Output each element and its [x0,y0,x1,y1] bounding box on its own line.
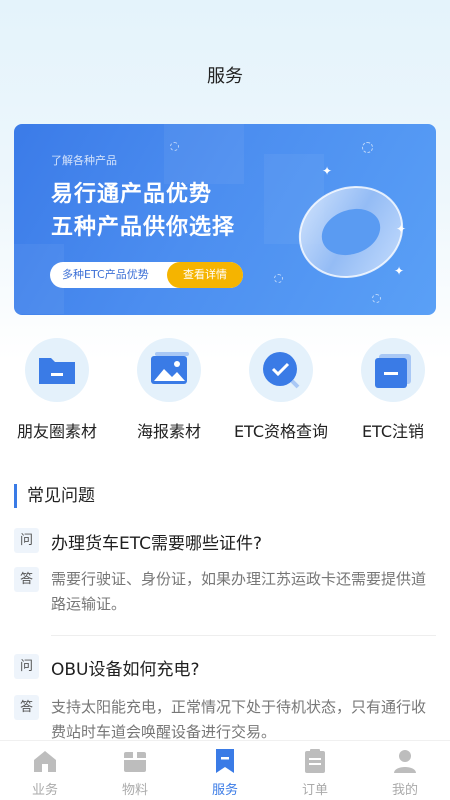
quick-action-label: ETC注销 [361,422,425,441]
banner-title-line1: 易行通产品优势 [51,182,213,207]
faq-answer: 支持太阳能充电，正常情况下处于待机状态，只有通行收费站时车道会唤醒设备进行交易。 [51,698,427,741]
view-details-button[interactable]: 查看详情 [167,262,243,288]
tab-label: 我的 [391,783,418,798]
quick-actions: 朋友圈素材 海报素材 ETC资格查询 ETC注销 [0,338,450,448]
quick-action-label: 朋友圈素材 [16,422,97,441]
tab-label: 订单 [301,783,328,798]
question-tag: 问 [14,528,39,553]
faq-question: OBU设备如何充电? [51,660,200,680]
faq-question: 办理货车ETC需要哪些证件? [51,534,263,554]
tab-service[interactable]: 服务 [180,741,270,800]
sparkle-icon: ✦ [394,264,405,278]
box-icon [121,747,149,775]
tab-label: 业务 [31,783,58,798]
banner-dot-decor [170,142,179,151]
banner-pill-text: 多种ETC产品优势 [62,268,149,281]
banner-dot-decor [372,294,381,303]
banner-subtitle: 了解各种产品 [51,154,117,167]
tab-profile[interactable]: 我的 [360,741,450,800]
banner-title-line2: 五种产品供你选择 [51,215,236,240]
faq-answer: 需要行驶证、身份证，如果办理江苏运政卡还需要提供道路运输证。 [51,570,427,613]
bookmark-icon [211,747,239,775]
card-minus-icon [361,338,425,402]
promo-banner[interactable]: 了解各种产品 易行通产品优势 五种产品供你选择 多种ETC产品优势 查看详情 ✦… [14,124,436,315]
page-title: 服务 [207,66,243,87]
tab-orders[interactable]: 订单 [270,741,360,800]
image-icon [137,338,201,402]
folder-icon [25,338,89,402]
faq-section-title: 常见问题 [14,484,95,508]
clipboard-icon [301,747,329,775]
tab-label: 物料 [121,783,148,798]
divider [51,635,436,636]
banner-decor [164,124,244,184]
banner-dot-decor [274,274,283,283]
tab-business[interactable]: 业务 [0,741,90,800]
user-icon [391,747,419,775]
quick-action-label: ETC资格查询 [233,422,329,441]
tab-label: 服务 [211,783,238,798]
banner-pill: 多种ETC产品优势 查看详情 [50,262,243,288]
bottom-tab-bar: 业务 物料 服务 订单 我的 [0,740,450,800]
sparkle-icon: ✦ [396,222,407,236]
sparkle-icon: ✦ [322,164,333,178]
home-icon [31,747,59,775]
answer-tag: 答 [14,567,39,592]
tab-materials[interactable]: 物料 [90,741,180,800]
answer-tag: 答 [14,695,39,720]
check-search-icon [249,338,313,402]
quick-action-label: 海报素材 [136,422,201,441]
banner-dot-decor [362,142,373,153]
question-tag: 问 [14,654,39,679]
